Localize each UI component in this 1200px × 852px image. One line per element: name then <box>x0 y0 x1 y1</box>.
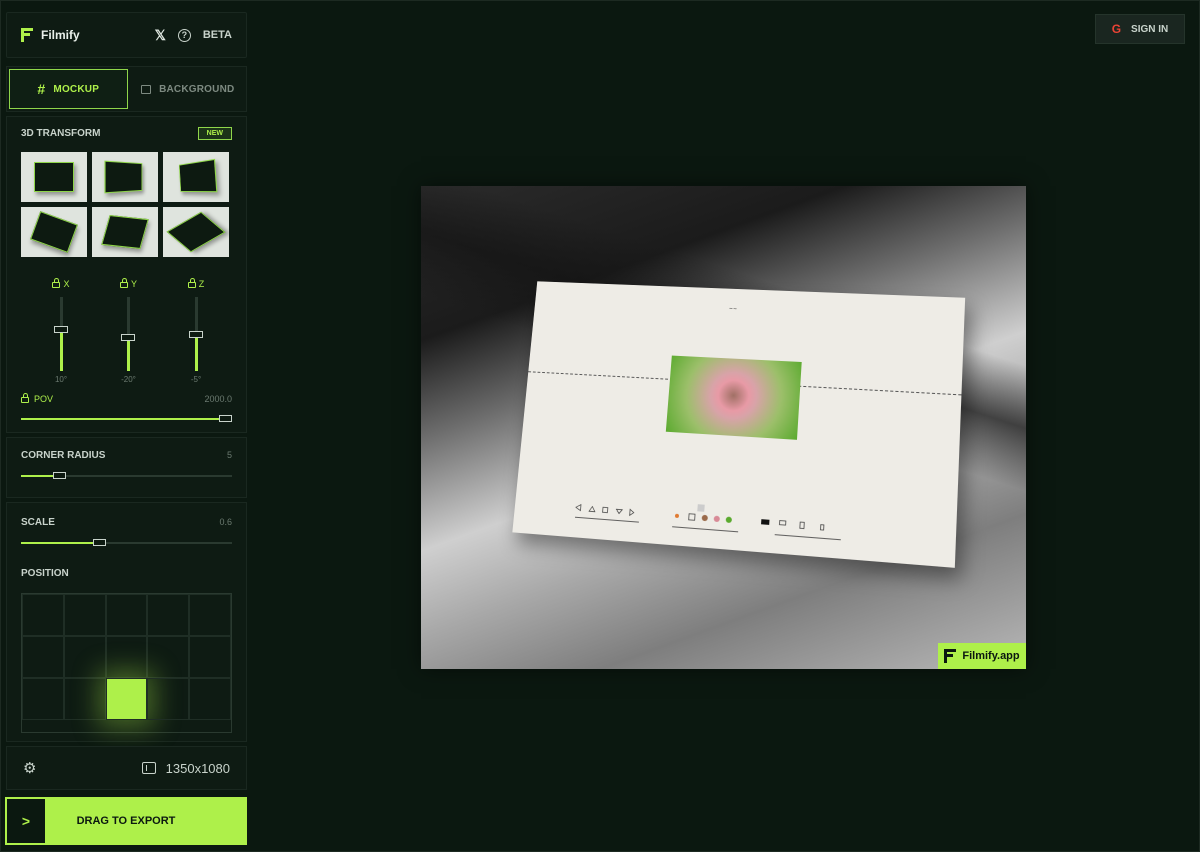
preset-thumb[interactable] <box>163 152 229 202</box>
position-cell[interactable] <box>64 678 106 720</box>
x-twitter-icon[interactable]: 𝕏 <box>155 27 166 44</box>
position-cell[interactable] <box>22 594 64 636</box>
axis-z-label: Z <box>199 279 205 289</box>
corner-radius-slider[interactable] <box>21 475 232 477</box>
position-cell[interactable] <box>147 594 189 636</box>
scale-slider[interactable] <box>21 542 232 544</box>
tab-background[interactable]: BACKGROUND <box>130 67 247 111</box>
position-cell[interactable] <box>22 636 64 678</box>
sidebar: Filmify 𝕏 ? BETA # MOCKUP BACKGROUND 3D … <box>6 12 247 748</box>
pov-label: POV <box>34 394 53 404</box>
corner-radius-value: 5 <box>227 450 232 461</box>
mockup-toolbar <box>570 495 873 548</box>
hash-icon: # <box>37 81 45 97</box>
lock-icon[interactable] <box>188 282 196 288</box>
axis-x-value: 10° <box>55 375 67 384</box>
app-name: Filmify <box>41 28 80 42</box>
sign-in-button[interactable]: G SIGN IN <box>1095 14 1185 44</box>
app-logo[interactable]: Filmify <box>21 28 80 42</box>
position-cell[interactable] <box>106 636 148 678</box>
position-label: POSITION <box>21 568 69 579</box>
canvas-size-value: 1350x1080 <box>166 761 230 776</box>
tab-mockup[interactable]: # MOCKUP <box>9 69 128 109</box>
pov-value: 2000.0 <box>204 394 232 404</box>
z-slider[interactable] <box>195 297 198 371</box>
axis-x: X 10° <box>41 279 81 384</box>
corner-radius-label: CORNER RADIUS <box>21 450 105 461</box>
export-button[interactable]: > DRAG TO EXPORT <box>5 797 247 845</box>
axis-y-value: -20° <box>121 375 136 384</box>
canvas-size[interactable]: 1350x1080 <box>142 761 230 776</box>
position-cell[interactable] <box>22 678 64 720</box>
axis-sliders: X 10° Y -20° Z -5° <box>21 279 232 384</box>
position-cell[interactable] <box>147 636 189 678</box>
axis-y-label: Y <box>131 279 137 289</box>
help-icon[interactable]: ? <box>178 29 191 42</box>
position-cell[interactable] <box>106 678 148 720</box>
axis-y: Y -20° <box>109 279 149 384</box>
tab-bar: # MOCKUP BACKGROUND <box>6 66 247 112</box>
position-cell[interactable] <box>189 636 231 678</box>
lock-icon[interactable] <box>120 282 128 288</box>
position-grid[interactable] <box>21 593 232 733</box>
position-cell[interactable] <box>189 678 231 720</box>
preset-thumb[interactable] <box>163 207 229 257</box>
axis-x-label: X <box>63 279 69 289</box>
beta-label: BETA <box>203 29 232 41</box>
chevron-right-icon[interactable]: > <box>7 799 45 843</box>
filmify-logo-icon <box>21 28 33 42</box>
scale-label: SCALE <box>21 517 55 528</box>
tab-background-label: BACKGROUND <box>159 84 234 95</box>
preset-thumb[interactable] <box>92 152 158 202</box>
gear-icon[interactable]: ⚙ <box>23 759 36 777</box>
transform-presets <box>21 152 232 257</box>
position-cell[interactable] <box>64 594 106 636</box>
filmify-logo-icon <box>944 649 956 663</box>
watermark-text: Filmify.app <box>962 650 1019 662</box>
image-icon <box>141 85 151 94</box>
export-label: DRAG TO EXPORT <box>45 815 247 827</box>
mockup-image <box>666 356 802 440</box>
scale-position-panel: SCALE 0.6 POSITION <box>6 502 247 742</box>
x-slider[interactable] <box>60 297 63 371</box>
preset-thumb[interactable] <box>21 152 87 202</box>
position-cell[interactable] <box>189 594 231 636</box>
axis-z: Z -5° <box>176 279 216 384</box>
position-cell[interactable] <box>147 678 189 720</box>
watermark: Filmify.app <box>938 643 1026 669</box>
axis-z-value: -5° <box>191 375 201 384</box>
transform-panel: 3D TRANSFORM NEW X 10° Y -20° Z -5° POV … <box>6 116 247 433</box>
top-bar: Filmify 𝕏 ? BETA <box>6 12 247 58</box>
mockup-title-scribble: ~~ <box>729 306 738 312</box>
lock-icon[interactable] <box>52 282 60 288</box>
preset-thumb[interactable] <box>21 207 87 257</box>
transform-title: 3D TRANSFORM <box>21 128 100 139</box>
corner-radius-panel: CORNER RADIUS 5 <box>6 437 247 498</box>
google-icon: G <box>1112 22 1121 36</box>
tab-mockup-label: MOCKUP <box>53 84 99 95</box>
mockup-screen: ~~ <box>512 281 965 568</box>
preview-canvas[interactable]: ~~ Filmify.app <box>421 186 1026 669</box>
new-badge: NEW <box>198 127 232 140</box>
position-cell[interactable] <box>64 636 106 678</box>
layout-icon <box>142 762 156 774</box>
y-slider[interactable] <box>127 297 130 371</box>
sign-in-label: SIGN IN <box>1131 24 1168 35</box>
scale-value: 0.6 <box>219 517 232 528</box>
preset-thumb[interactable] <box>92 207 158 257</box>
pov-slider[interactable] <box>21 418 232 420</box>
lock-icon[interactable] <box>21 397 29 403</box>
position-cell[interactable] <box>106 594 148 636</box>
bottom-bar: ⚙ 1350x1080 <box>6 746 247 790</box>
